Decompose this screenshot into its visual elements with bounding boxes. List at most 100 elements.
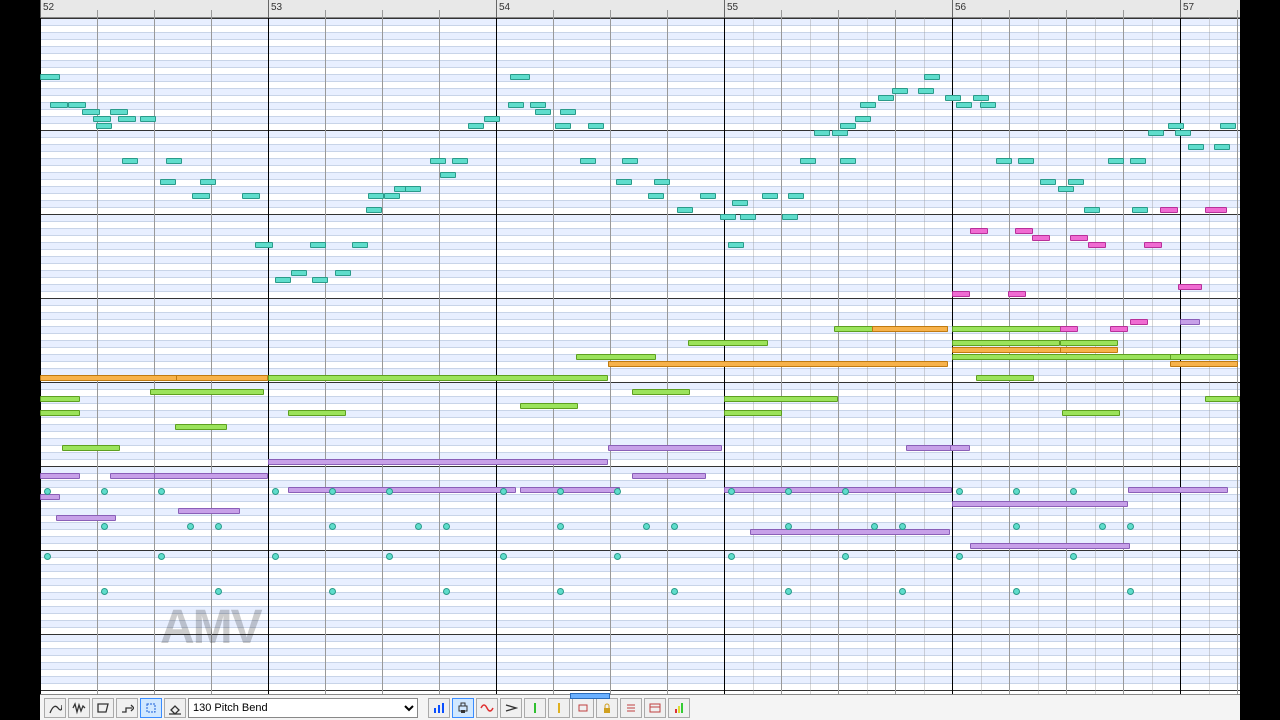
midi-note[interactable] bbox=[732, 200, 748, 206]
perc-marker[interactable] bbox=[728, 488, 735, 495]
midi-note[interactable] bbox=[1062, 410, 1120, 416]
midi-note[interactable] bbox=[530, 102, 546, 108]
midi-note[interactable] bbox=[952, 354, 1180, 360]
eraser-tool[interactable] bbox=[164, 698, 186, 718]
perc-marker[interactable] bbox=[187, 523, 194, 530]
midi-note[interactable] bbox=[1132, 207, 1148, 213]
midi-note[interactable] bbox=[555, 123, 571, 129]
midi-note[interactable] bbox=[384, 193, 400, 199]
midi-note[interactable] bbox=[291, 270, 307, 276]
perc-marker[interactable] bbox=[557, 588, 564, 595]
perc-marker[interactable] bbox=[1013, 523, 1020, 530]
perc-marker[interactable] bbox=[899, 588, 906, 595]
midi-note[interactable] bbox=[268, 375, 608, 381]
perc-marker[interactable] bbox=[1099, 523, 1106, 530]
midi-note[interactable] bbox=[588, 123, 604, 129]
midi-note[interactable] bbox=[430, 158, 446, 164]
midi-note[interactable] bbox=[288, 487, 516, 493]
midi-note[interactable] bbox=[724, 487, 952, 493]
midi-note[interactable] bbox=[973, 95, 989, 101]
midi-note[interactable] bbox=[1060, 347, 1118, 353]
midi-note[interactable] bbox=[82, 109, 100, 115]
perc-marker[interactable] bbox=[557, 523, 564, 530]
midi-note[interactable] bbox=[956, 102, 972, 108]
perc-marker[interactable] bbox=[158, 488, 165, 495]
midi-note[interactable] bbox=[405, 186, 421, 192]
midi-note[interactable] bbox=[175, 424, 227, 430]
midi-note[interactable] bbox=[510, 74, 530, 80]
perc-marker[interactable] bbox=[215, 588, 222, 595]
midi-note[interactable] bbox=[1088, 242, 1106, 248]
perc-marker[interactable] bbox=[557, 488, 564, 495]
midi-note[interactable] bbox=[1058, 186, 1074, 192]
midi-note[interactable] bbox=[110, 109, 128, 115]
freehand-tool[interactable] bbox=[92, 698, 114, 718]
perc-marker[interactable] bbox=[329, 523, 336, 530]
midi-note[interactable] bbox=[68, 102, 86, 108]
timeline-ruler[interactable]: 525354555657 bbox=[40, 0, 1240, 18]
midi-note[interactable] bbox=[312, 277, 328, 283]
midi-note[interactable] bbox=[1188, 144, 1204, 150]
midi-note[interactable] bbox=[1180, 319, 1200, 325]
midi-note[interactable] bbox=[255, 242, 273, 248]
midi-note[interactable] bbox=[1178, 284, 1202, 290]
midi-note[interactable] bbox=[860, 102, 876, 108]
perc-marker[interactable] bbox=[1013, 588, 1020, 595]
midi-note[interactable] bbox=[200, 179, 216, 185]
midi-note[interactable] bbox=[335, 270, 351, 276]
midi-note[interactable] bbox=[1060, 326, 1078, 332]
perc-marker[interactable] bbox=[956, 488, 963, 495]
midi-note[interactable] bbox=[724, 396, 838, 402]
midi-note[interactable] bbox=[192, 193, 210, 199]
midi-note[interactable] bbox=[62, 445, 120, 451]
perc-marker[interactable] bbox=[1127, 588, 1134, 595]
perc-marker[interactable] bbox=[871, 523, 878, 530]
line-tool[interactable] bbox=[116, 698, 138, 718]
midi-note[interactable] bbox=[950, 445, 970, 451]
midi-note[interactable] bbox=[176, 375, 268, 381]
perc-marker[interactable] bbox=[500, 488, 507, 495]
midi-note[interactable] bbox=[1168, 123, 1184, 129]
window-tool[interactable] bbox=[644, 698, 666, 718]
midi-note[interactable] bbox=[945, 95, 961, 101]
midi-note[interactable] bbox=[996, 158, 1012, 164]
perc-marker[interactable] bbox=[842, 488, 849, 495]
midi-note[interactable] bbox=[1015, 228, 1033, 234]
midi-note[interactable] bbox=[535, 109, 551, 115]
perc-marker[interactable] bbox=[785, 523, 792, 530]
midi-note[interactable] bbox=[632, 473, 706, 479]
perc-marker[interactable] bbox=[899, 523, 906, 530]
perc-marker[interactable] bbox=[329, 588, 336, 595]
perc-marker[interactable] bbox=[500, 553, 507, 560]
midi-note[interactable] bbox=[1008, 291, 1026, 297]
midi-note[interactable] bbox=[1110, 326, 1128, 332]
midi-note[interactable] bbox=[484, 116, 500, 122]
midi-note[interactable] bbox=[160, 179, 176, 185]
midi-note[interactable] bbox=[855, 116, 871, 122]
perc-marker[interactable] bbox=[785, 488, 792, 495]
midi-note[interactable] bbox=[110, 473, 158, 479]
midi-note[interactable] bbox=[952, 291, 970, 297]
midi-note[interactable] bbox=[1144, 242, 1162, 248]
perc-marker[interactable] bbox=[643, 523, 650, 530]
perc-marker[interactable] bbox=[272, 488, 279, 495]
marquee-tool[interactable] bbox=[140, 698, 162, 718]
midi-note[interactable] bbox=[452, 158, 468, 164]
midi-note[interactable] bbox=[762, 193, 778, 199]
midi-note[interactable] bbox=[1220, 123, 1236, 129]
midi-note[interactable] bbox=[178, 508, 240, 514]
perc-marker[interactable] bbox=[956, 553, 963, 560]
midi-note[interactable] bbox=[93, 116, 111, 122]
perc-marker[interactable] bbox=[842, 553, 849, 560]
perc-marker[interactable] bbox=[44, 553, 51, 560]
bar-graph-tool[interactable] bbox=[428, 698, 450, 718]
perc-marker[interactable] bbox=[443, 523, 450, 530]
midi-note[interactable] bbox=[1018, 158, 1034, 164]
midi-note[interactable] bbox=[576, 354, 656, 360]
midi-note[interactable] bbox=[952, 501, 1128, 507]
midi-note[interactable] bbox=[976, 375, 1034, 381]
midi-note[interactable] bbox=[608, 445, 722, 451]
midi-note[interactable] bbox=[1170, 354, 1238, 360]
midi-note[interactable] bbox=[1128, 487, 1228, 493]
midi-note[interactable] bbox=[1068, 179, 1084, 185]
